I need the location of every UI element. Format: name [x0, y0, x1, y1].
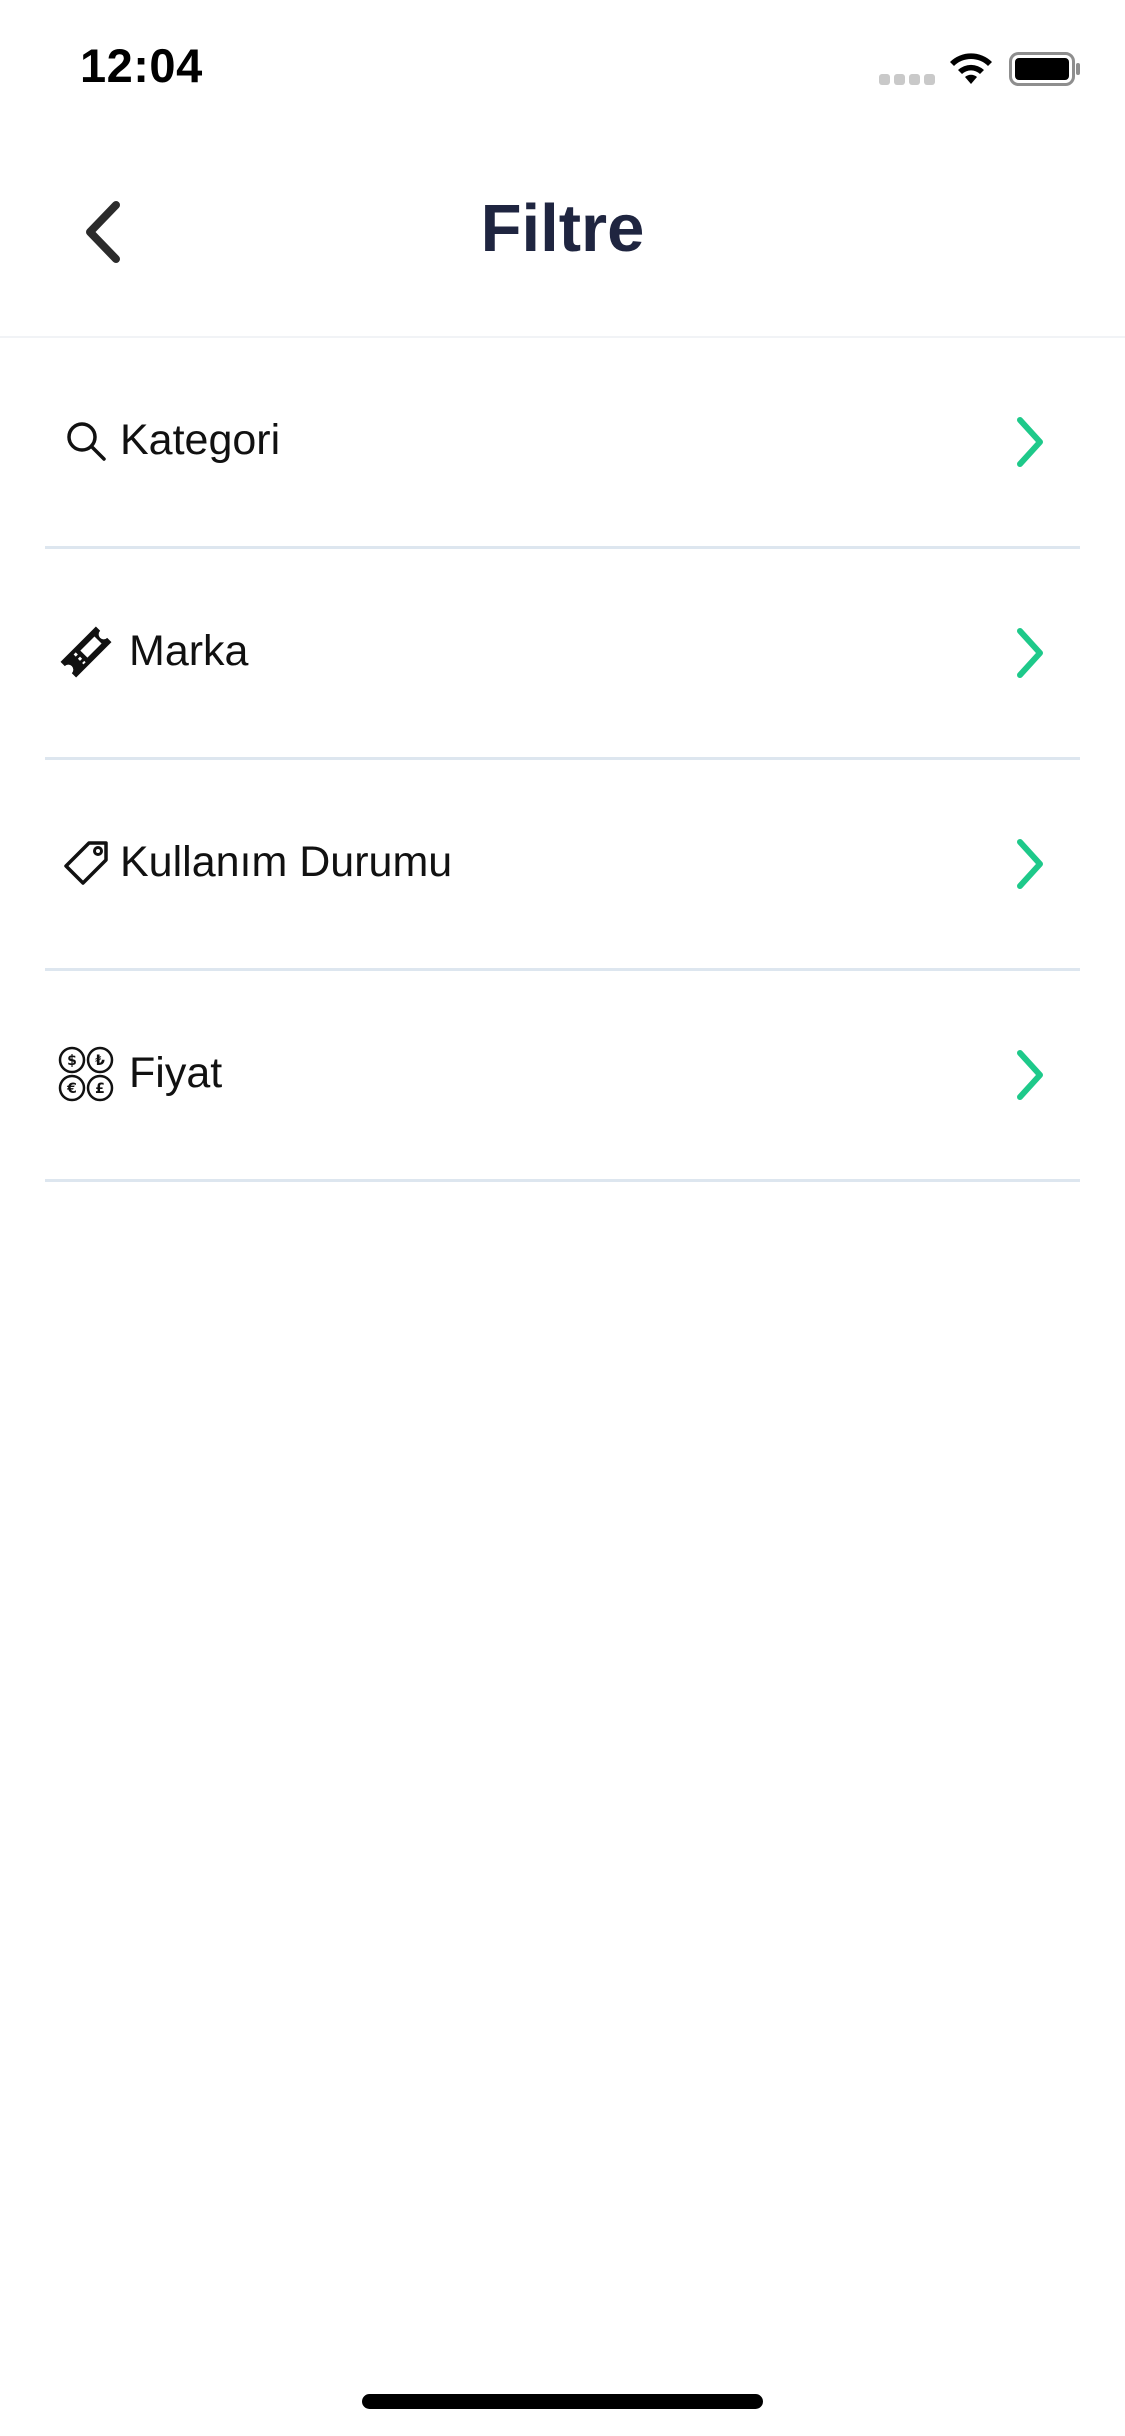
ticket-icon [57, 623, 115, 681]
status-time: 12:04 [80, 39, 203, 92]
filter-item-kategori[interactable]: Kategori [45, 338, 1080, 549]
filter-item-label: Fiyat [129, 1049, 223, 1097]
filter-item-label: Kategori [120, 416, 281, 464]
filter-item-fiyat[interactable]: $ ₺ € £ Fiyat [45, 971, 1080, 1182]
home-indicator[interactable] [362, 2394, 763, 2409]
svg-text:€: € [66, 1081, 77, 1097]
filter-item-marka[interactable]: Marka [45, 549, 1080, 760]
wifi-icon [950, 53, 992, 84]
navigation-bar: Filtre [0, 132, 1125, 338]
chevron-right-icon [1017, 839, 1043, 889]
cellular-signal-icon [879, 74, 935, 86]
filter-item-kullanim-durumu[interactable]: Kullanım Durumu [45, 760, 1080, 971]
filter-item-label: Kullanım Durumu [120, 838, 453, 886]
filter-item-label: Marka [129, 627, 249, 675]
currency-coins-icon: $ ₺ € £ [57, 1045, 115, 1103]
chevron-right-icon [1017, 628, 1043, 678]
svg-text:₺: ₺ [95, 1053, 105, 1069]
svg-text:$: $ [67, 1053, 77, 1069]
svg-text:£: £ [95, 1081, 105, 1097]
chevron-right-icon [1017, 1050, 1043, 1100]
search-icon [57, 412, 115, 470]
page-title: Filtre [480, 191, 645, 266]
tag-icon [57, 834, 115, 892]
battery-icon [1009, 52, 1080, 86]
chevron-right-icon [1017, 417, 1043, 467]
status-bar: 12:04 [0, 0, 1125, 132]
filter-list: Kategori Marka Kullanım Durumu $ ₺ € £ F… [45, 338, 1080, 1182]
